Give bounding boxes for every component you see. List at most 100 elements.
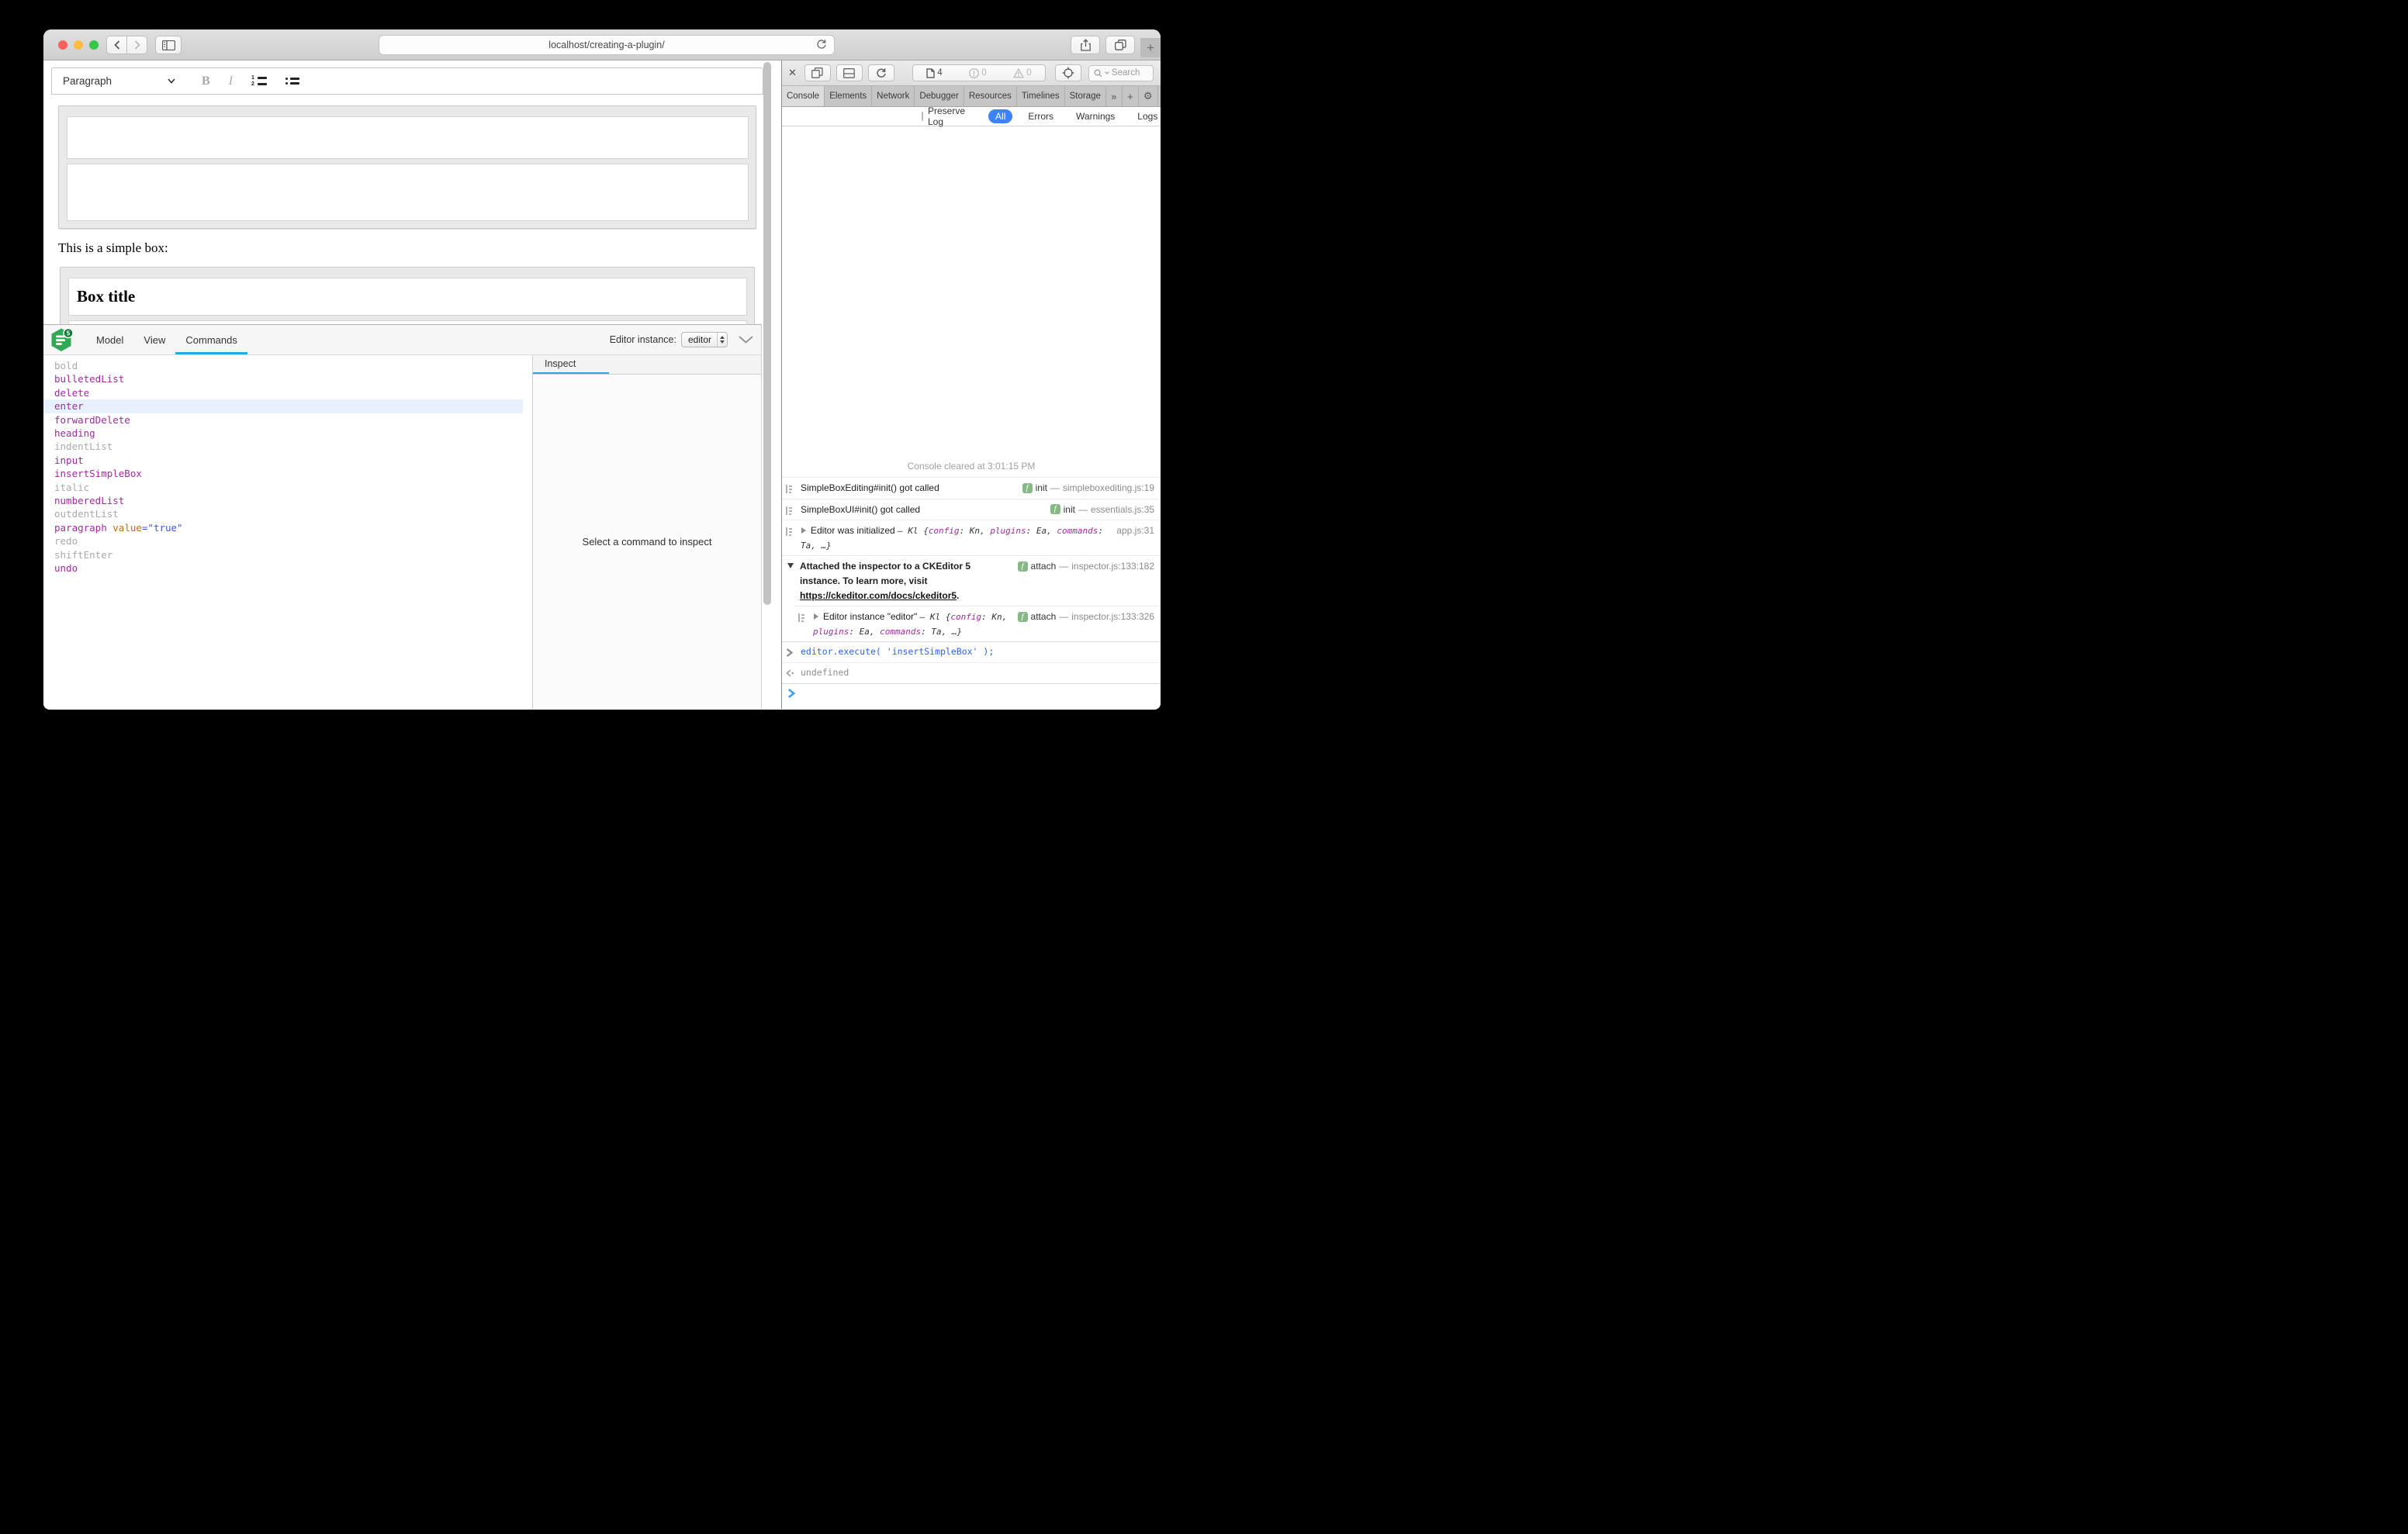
console-message[interactable]: Attached the inspector to a CKEditor 5 i… [782,555,1161,606]
forward-button[interactable] [126,36,147,54]
console-message[interactable]: Editor was initialized – Kl {config: Kn,… [782,520,1161,555]
chevron-down-icon[interactable] [168,78,175,84]
tab-debugger[interactable]: Debugger [915,86,964,106]
italic-button[interactable]: I [229,74,233,88]
tab-network[interactable]: Network [872,86,915,106]
page-scrollbar[interactable] [763,62,771,605]
disclosure-triangle-icon[interactable] [814,613,818,620]
command-item[interactable]: forwardDelete [43,413,532,427]
address-bar[interactable]: localhost/creating-a-plugin/ [379,35,835,55]
search-scope-chevron-icon [1105,71,1109,74]
command-item[interactable]: paragraph value="true" [43,521,532,534]
tab-console[interactable]: Console [782,86,825,106]
command-item[interactable]: bulletedList [43,372,532,385]
console-output: Console cleared at 3:01:15 PM SimpleBoxE… [782,126,1161,709]
resource-status-control[interactable]: 4 0 0 [912,64,1046,81]
console-message[interactable]: SimpleBoxUI#init() got called finit—esse… [782,499,1161,520]
filter-all[interactable]: All [988,109,1012,123]
source-link[interactable]: inspector.js:133:326 [1071,610,1154,624]
command-item[interactable]: italic [43,481,532,494]
console-input-line[interactable] [782,683,1161,709]
console-message-nested[interactable]: Editor instance "editor" – Kl {config: K… [794,606,1161,641]
prompt-chevron-icon [787,689,797,698]
web-inspector-toolbar: ✕ 4 0 0 [782,60,1161,86]
document-icon [926,68,935,78]
filter-logs[interactable]: Logs [1130,109,1161,123]
tab-view[interactable]: View [133,325,175,354]
console-message[interactable]: SimpleBoxEditing#init() got called finit… [782,477,1161,499]
sidebar-toggle-button[interactable] [155,36,182,54]
tab-storage[interactable]: Storage [1065,86,1106,106]
source-link[interactable]: simpleboxediting.js:19 [1063,481,1154,496]
simple-box-widget[interactable] [58,105,756,229]
web-inspector: ✕ 4 0 0 [782,60,1161,709]
error-count: 0 [969,68,986,78]
minimize-window-button[interactable] [74,40,83,50]
bold-button[interactable]: B [202,74,210,88]
command-item[interactable]: insertSimpleBox [43,467,532,480]
web-inspector-tabbar: Console Elements Network Debugger Resour… [782,86,1161,107]
source-link[interactable]: inspector.js:133:182 [1071,559,1154,574]
zoom-window-button[interactable] [89,40,99,50]
ckeditor-docs-link[interactable]: https://ckeditor.com/docs/ckeditor5 [800,590,957,601]
editor-instance-select[interactable]: editor [681,332,728,347]
reload-icon[interactable] [816,39,827,51]
source-link[interactable]: app.js:31 [1116,523,1154,538]
command-item[interactable]: numberedList [43,494,532,507]
inspector-header: 5 Model View Commands Editor instance: e… [43,325,761,355]
tab-overview-button[interactable] [1105,36,1135,54]
preserve-log-checkbox[interactable] [922,112,923,121]
close-window-button[interactable] [58,40,67,50]
source-link[interactable]: essentials.js:35 [1091,503,1154,517]
console-result[interactable]: undefined [782,662,1161,683]
element-picker-button[interactable] [1055,64,1081,81]
tab-elements[interactable]: Elements [825,86,872,106]
paragraph-text[interactable]: This is a simple box: [58,240,168,256]
command-item[interactable]: input [43,454,532,467]
add-tab-button[interactable]: + [1123,86,1139,106]
search-input[interactable]: Search [1088,65,1154,81]
close-inspector-button[interactable]: ✕ [788,67,797,79]
command-item[interactable]: shiftEnter [43,548,532,561]
back-button[interactable] [106,36,127,54]
log-icon [786,526,796,537]
bulleted-list-button[interactable] [285,78,299,85]
command-item[interactable]: undo [43,561,532,575]
reload-page-button[interactable] [868,64,894,81]
chevron-right-icon [134,40,140,50]
share-button[interactable] [1071,36,1100,54]
command-item-selected[interactable]: enter [43,399,523,413]
command-item[interactable]: outdentList [43,507,532,520]
more-tabs-button[interactable]: » [1106,86,1123,106]
simple-box-description-field[interactable] [67,164,749,221]
collapse-inspector-icon[interactable] [739,336,753,344]
new-tab-button[interactable]: + [1140,38,1161,57]
tab-commands[interactable]: Commands [175,325,247,354]
command-item[interactable]: indentList [43,440,532,453]
console-input-echo[interactable]: editor.execute( 'insertSimpleBox' ); [782,641,1161,662]
simple-box-title-field[interactable] [67,116,749,159]
paragraph-style-dropdown[interactable]: Paragraph [63,75,112,87]
numbered-list-button[interactable]: 1 2 [251,76,267,86]
command-item[interactable]: delete [43,386,532,399]
tab-timelines[interactable]: Timelines [1017,86,1065,106]
filter-warnings[interactable]: Warnings [1069,109,1122,123]
command-item[interactable]: heading [43,427,532,440]
disclosure-triangle-expanded-icon[interactable] [787,563,794,568]
command-item[interactable]: redo [43,534,532,548]
simple-box-title-field[interactable]: Box title [68,278,747,316]
warning-icon [1013,68,1024,78]
settings-gear-icon[interactable]: ⚙ [1139,86,1158,106]
box-title-text[interactable]: Box title [77,287,135,306]
dock-bottom-button[interactable] [836,64,863,81]
page-content: Paragraph B I 1 2 This is a simple box: [43,60,781,709]
dock-side-button[interactable] [804,64,831,81]
command-item[interactable]: bold [43,359,532,372]
filter-errors[interactable]: Errors [1021,109,1060,123]
chevron-left-icon [114,40,120,50]
tab-inspect[interactable]: Inspect [533,355,609,374]
tab-model[interactable]: Model [86,325,133,354]
function-badge: f [1022,483,1033,493]
disclosure-triangle-icon[interactable] [801,527,806,534]
tab-resources[interactable]: Resources [964,86,1017,106]
